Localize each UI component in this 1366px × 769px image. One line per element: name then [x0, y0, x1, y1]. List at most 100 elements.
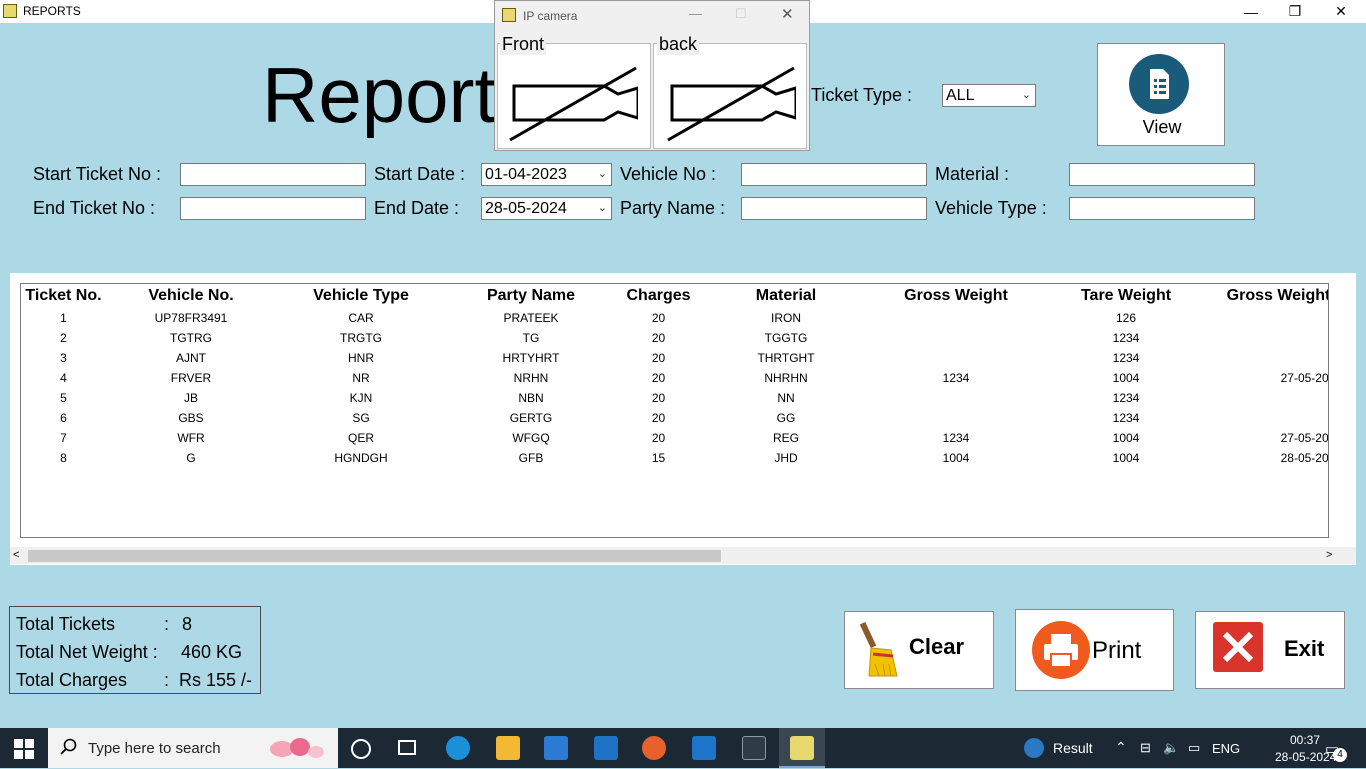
scroll-left-icon[interactable]: < [13, 549, 19, 561]
table-cell: GERTG [509, 411, 553, 425]
file-explorer-icon[interactable] [496, 736, 520, 760]
vehicle-no-input[interactable] [741, 163, 927, 186]
vscode-icon[interactable] [692, 736, 716, 760]
exit-button[interactable]: Exit [1195, 611, 1345, 689]
end-ticket-input[interactable] [180, 197, 366, 220]
table-cell: 20 [651, 391, 666, 405]
start-date-picker[interactable]: 01-04-2023 ⌄ [481, 163, 612, 186]
vehicle-no-label: Vehicle No : [620, 164, 717, 184]
column-header[interactable]: Ticket No. [21, 284, 106, 308]
totals-box: Total Tickets : 8 Total Net Weight : 460… [9, 606, 261, 694]
printer-icon [1032, 621, 1090, 679]
table-cell: GG [776, 411, 796, 425]
start-ticket-input[interactable] [180, 163, 366, 186]
column-header[interactable]: Vehicle Type [276, 284, 446, 308]
table-cell: 1004 [1112, 371, 1140, 385]
cortana-icon[interactable] [351, 739, 371, 759]
report-table[interactable]: Ticket No. Vehicle No. Vehicle Type Party N… [20, 283, 1329, 538]
table-row[interactable]: 6 GBS SG GERTG 20 GG 1234 [21, 408, 1328, 428]
store-icon[interactable] [544, 736, 568, 760]
firefox-icon[interactable] [642, 736, 666, 760]
volume-icon[interactable]: 🔈 [1163, 740, 1179, 756]
window-title: REPORTS [23, 4, 81, 18]
table-cell: 20 [651, 431, 666, 445]
table-cell: GFB [518, 451, 544, 465]
front-camera-feed [497, 43, 651, 149]
table-cell: SG [352, 411, 370, 425]
table-row[interactable]: 1 UP78FR3491 CAR PRATEEK 20 IRON 126 [21, 308, 1328, 328]
chevron-up-icon[interactable]: ⌃ [1115, 739, 1127, 756]
material-input[interactable] [1069, 163, 1255, 186]
app-icon [3, 4, 17, 18]
network-icon[interactable]: ⊟ [1140, 740, 1151, 756]
view-button-label: View [1142, 117, 1182, 137]
table-cell: 6 [60, 411, 67, 425]
total-charges-colon: : [164, 670, 170, 690]
table-cell: 1234 [942, 431, 970, 445]
ticket-type-select[interactable]: ALL ⌄ [942, 84, 1036, 107]
table-cell: G [186, 451, 196, 465]
mail-icon[interactable] [594, 736, 618, 760]
page-title: Report [262, 51, 497, 139]
back-camera-feed [653, 43, 807, 149]
taskbar-search-box[interactable]: Type here to search [48, 728, 338, 768]
column-header[interactable]: Gross Weight [871, 284, 1041, 308]
minimize-button[interactable]: — [1228, 0, 1274, 23]
search-placeholder: Type here to search [88, 740, 221, 757]
party-name-input[interactable] [741, 197, 927, 220]
table-cell: 27-05-2024 [1280, 431, 1329, 445]
table-row[interactable]: 3 AJNT HNR HRTYHRT 20 THRTGHT 1234 [21, 348, 1328, 368]
table-header: Ticket No. Vehicle No. Vehicle Type Party N… [21, 284, 1328, 308]
column-header[interactable]: Party Name [446, 284, 616, 308]
language-indicator[interactable]: ENG [1212, 741, 1240, 756]
document-list-icon [1129, 54, 1189, 114]
table-cell: AJNT [176, 351, 206, 365]
end-ticket-label: End Ticket No : [33, 198, 156, 218]
table-cell [1211, 388, 1328, 408]
table-row[interactable]: 7 WFR QER WFGQ 20 REG 1234 1004 27-05-2024 [21, 428, 1329, 448]
table-cell: 126 [1115, 311, 1137, 325]
weather-icon[interactable] [1024, 738, 1044, 758]
close-button[interactable]: ✕ [1318, 0, 1364, 23]
table-cell: NN [777, 391, 795, 405]
table-cell: NR [352, 371, 370, 385]
column-header[interactable]: Vehicle No. [106, 284, 276, 308]
end-date-picker[interactable]: 28-05-2024 ⌄ [481, 197, 612, 220]
party-name-label: Party Name : [620, 198, 726, 218]
print-button[interactable]: Print [1015, 609, 1174, 691]
chevron-down-icon: ⌄ [597, 202, 607, 214]
reports-app-icon[interactable] [790, 736, 814, 760]
table-row[interactable]: 2 TGTRG TRGTG TG 20 TGGTG 1234 [21, 328, 1328, 348]
table-cell: 8 [60, 451, 67, 465]
restore-button[interactable]: ❐ [1272, 0, 1318, 23]
table-cell: 5 [60, 391, 67, 405]
table-cell [871, 388, 1041, 408]
view-button[interactable]: View [1097, 43, 1225, 146]
table-cell: KJN [349, 391, 373, 405]
table-row[interactable]: 8 G HGNDGH GFB 15 JHD 1004 1004 28-05-2024 [21, 448, 1328, 468]
table-cell: 1234 [1112, 351, 1140, 365]
camera-minimize-button[interactable]: — [689, 6, 702, 21]
end-date-value: 28-05-2024 [485, 200, 567, 217]
weather-text[interactable]: Result [1053, 740, 1093, 756]
table-cell: 20 [651, 331, 666, 345]
clock-time[interactable]: 00:37 [1290, 733, 1320, 747]
windows-start-icon[interactable] [14, 739, 34, 764]
column-header[interactable]: Tare Weight [1041, 284, 1211, 308]
scroll-right-icon[interactable]: > [1326, 549, 1332, 561]
column-header[interactable]: Charges [616, 284, 701, 308]
git-icon[interactable] [742, 736, 766, 760]
table-row[interactable]: 4 FRVER NR NRHN 20 NHRHN 1234 1004 27-05-2024 [21, 368, 1328, 388]
edge-icon[interactable] [446, 736, 470, 760]
clear-button[interactable]: Clear [844, 611, 994, 689]
ip-camera-window[interactable]: IP camera — ☐ ✕ Front back [494, 0, 810, 151]
table-row[interactable]: 5 JB KJN NBN 20 NN 1234 [21, 388, 1328, 408]
vehicle-type-label: Vehicle Type : [935, 198, 1047, 218]
vehicle-type-input[interactable] [1069, 197, 1255, 220]
camera-close-button[interactable]: ✕ [781, 5, 794, 23]
scrollbar-thumb[interactable] [28, 550, 721, 562]
task-view-icon[interactable] [398, 740, 416, 755]
battery-icon[interactable]: ▭ [1188, 740, 1200, 756]
column-header[interactable]: Gross Weight [1211, 284, 1328, 308]
column-header[interactable]: Material [701, 284, 871, 308]
